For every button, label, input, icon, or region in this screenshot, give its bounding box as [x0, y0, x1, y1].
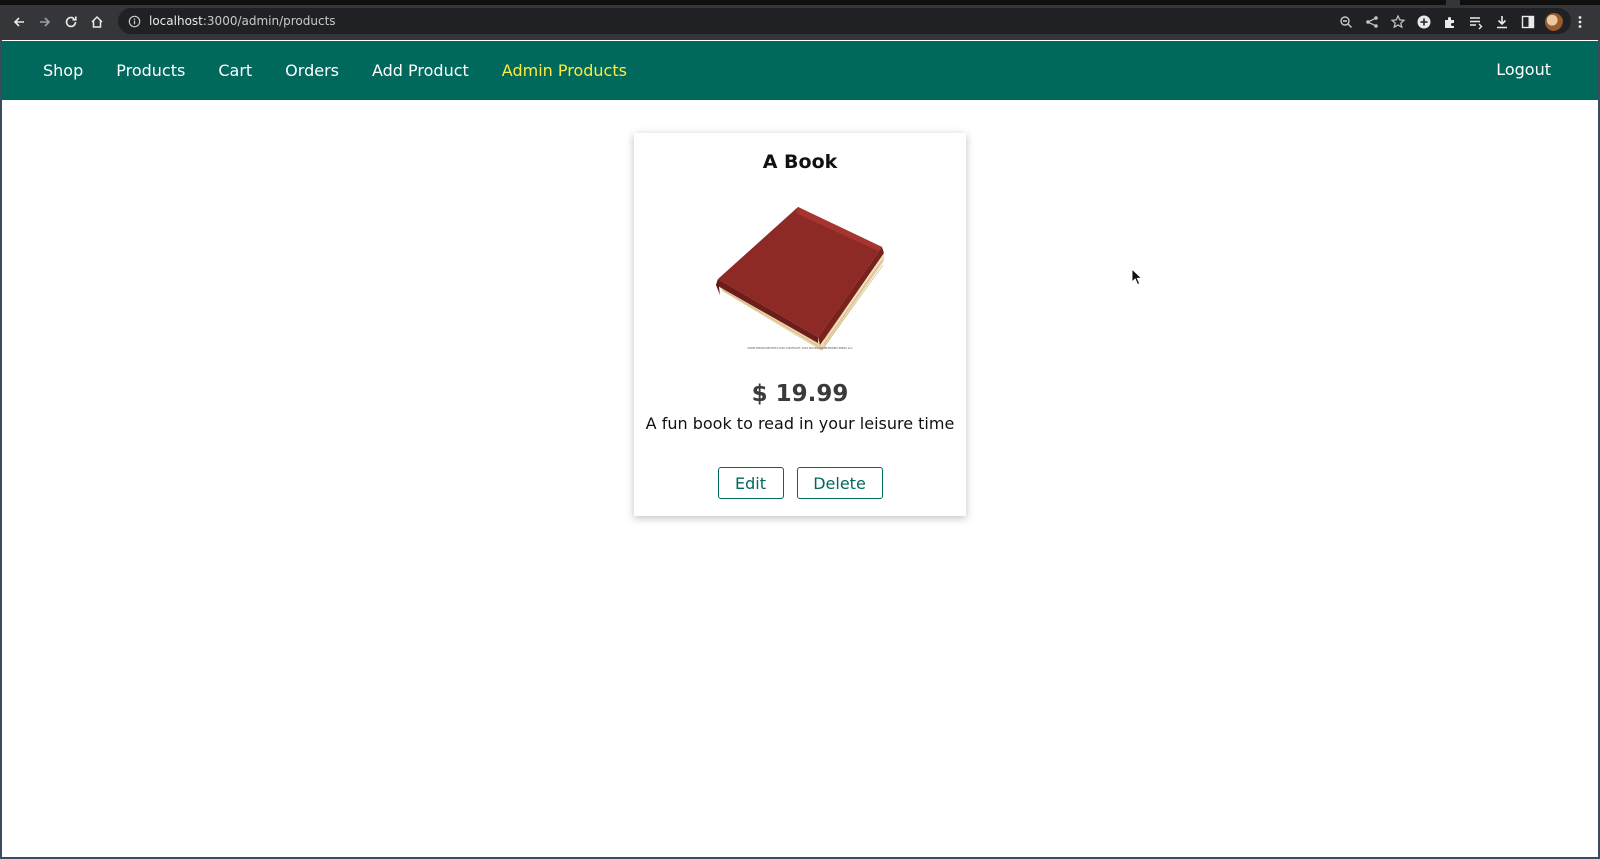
nav-add-product[interactable]: Add Product: [372, 61, 469, 80]
sidepanel-icon[interactable]: [1517, 11, 1538, 33]
edit-button[interactable]: Edit: [717, 467, 784, 499]
browser-action-icons: [1335, 11, 1590, 33]
main-navigation: Shop Products Cart Orders Add Product Ad…: [1, 41, 1599, 100]
image-caption: WWW.TREASURECHEST.COM COPYRIGHT 2019 BOO…: [748, 346, 853, 350]
reading-list-icon[interactable]: [1465, 11, 1486, 33]
product-actions: Edit Delete: [634, 467, 966, 499]
profile-picture: [1544, 13, 1563, 31]
nav-orders[interactable]: Orders: [285, 61, 339, 80]
home-icon[interactable]: [86, 11, 108, 33]
info-icon[interactable]: [127, 14, 141, 28]
download-icon[interactable]: [1491, 11, 1512, 33]
nav-cart[interactable]: Cart: [218, 61, 252, 80]
tab-strip: [0, 0, 1600, 5]
nav-shop[interactable]: Shop: [43, 61, 83, 80]
tab-edge: [1446, 0, 1460, 5]
share-icon[interactable]: [1361, 11, 1382, 33]
forward-icon[interactable]: [34, 11, 56, 33]
reload-icon[interactable]: [60, 11, 82, 33]
product-image: WWW.TREASURECHEST.COM COPYRIGHT 2019 BOO…: [716, 207, 884, 351]
delete-button[interactable]: Delete: [796, 467, 883, 499]
extension-plus-icon[interactable]: [1413, 11, 1434, 33]
logout-link[interactable]: Logout: [1496, 60, 1551, 79]
star-icon[interactable]: [1387, 11, 1408, 33]
nav-admin-products[interactable]: Admin Products: [502, 61, 627, 80]
product-title: A Book: [762, 151, 838, 173]
mouse-cursor-icon: [1131, 268, 1143, 286]
puzzle-icon[interactable]: [1439, 11, 1460, 33]
browser-toolbar: localhost:3000/admin/products: [0, 0, 1600, 40]
window-frame-left: [0, 40, 2, 859]
book-illustration: [716, 207, 884, 351]
back-icon[interactable]: [8, 11, 30, 33]
url-path: :3000/admin/products: [202, 14, 336, 28]
browser-nav-buttons: [8, 11, 108, 33]
product-price: $ 19.99: [751, 381, 849, 407]
nav-products[interactable]: Products: [116, 61, 185, 80]
zoom-icon[interactable]: [1335, 11, 1356, 33]
url-text: localhost:3000/admin/products: [149, 14, 336, 28]
url-host: localhost: [149, 14, 203, 28]
menu-icon[interactable]: [1569, 11, 1590, 33]
avatar[interactable]: [1543, 11, 1564, 33]
product-description: A fun book to read in your leisure time: [645, 414, 955, 433]
product-card: A Book WWW.TREASURECHEST.COM COPYRIGHT 2…: [634, 133, 966, 516]
